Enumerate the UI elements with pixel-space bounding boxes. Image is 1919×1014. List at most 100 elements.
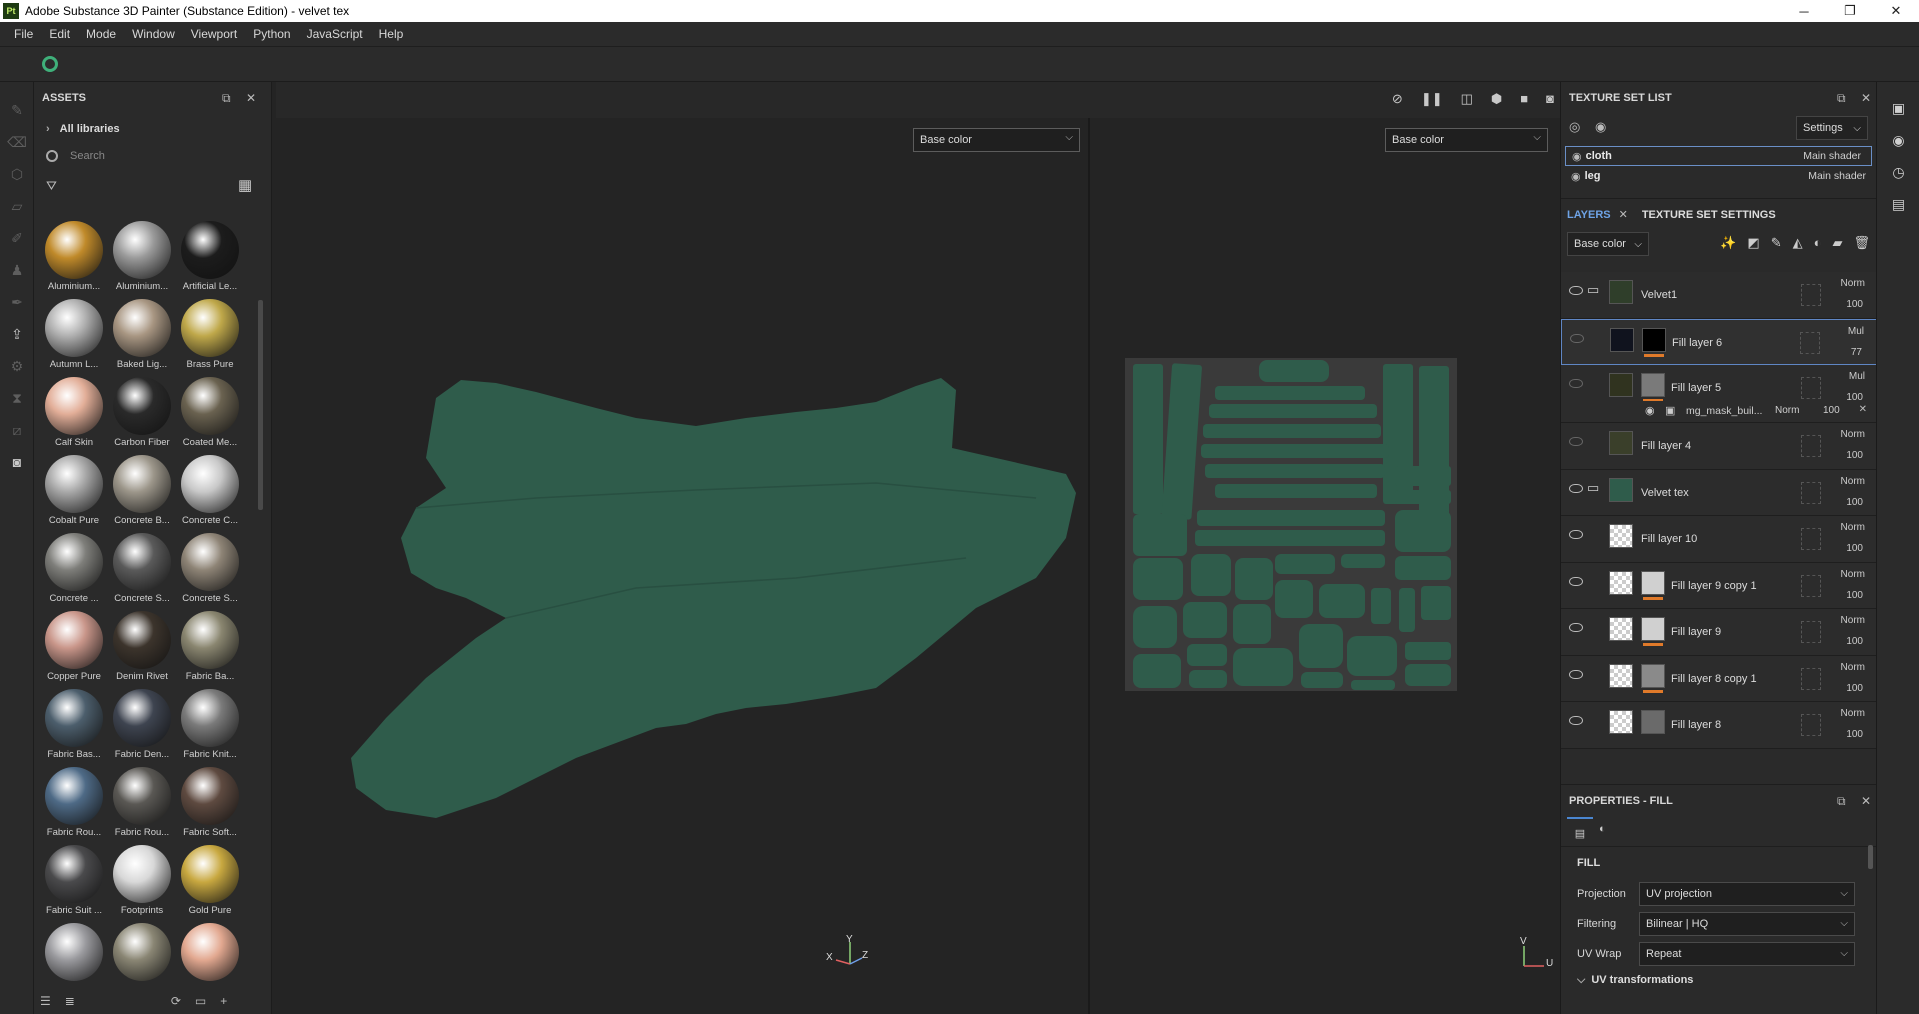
- substance-logo-icon[interactable]: [42, 56, 58, 72]
- close-panel-icon[interactable]: ✕: [246, 91, 256, 105]
- minimize-button[interactable]: ─: [1781, 0, 1827, 22]
- camera-render-icon[interactable]: ◙: [0, 446, 34, 478]
- menu-python[interactable]: Python: [245, 27, 298, 41]
- blend-mode[interactable]: Norm: [1841, 662, 1865, 673]
- geometry-mask-icon[interactable]: ▱: [0, 190, 34, 222]
- bake-icon[interactable]: ⧗: [0, 382, 34, 414]
- filtering-select[interactable]: Bilinear | HQ ⌵: [1639, 912, 1855, 936]
- channel-select[interactable]: Base color ⌵: [1567, 232, 1649, 256]
- material-thumbnail[interactable]: Fabric Ba...: [176, 608, 244, 686]
- blend-mode[interactable]: Norm: [1841, 278, 1865, 289]
- blend-mode[interactable]: Norm: [1841, 708, 1865, 719]
- history-icon[interactable]: ◷: [1877, 156, 1919, 188]
- screenshot-camera-icon[interactable]: ◙: [1546, 91, 1554, 107]
- mask-slot[interactable]: [1801, 377, 1821, 399]
- viewport-divider[interactable]: [1088, 118, 1090, 1014]
- eye-icon[interactable]: ◉: [1571, 170, 1581, 183]
- mask-slot[interactable]: [1801, 621, 1821, 643]
- material-thumbnail[interactable]: Concrete ...: [40, 530, 108, 608]
- pause-icon[interactable]: ❚❚: [1421, 91, 1443, 107]
- grid-view-icon[interactable]: ▦: [238, 176, 252, 194]
- menu-edit[interactable]: Edit: [41, 27, 78, 41]
- mask-slot[interactable]: [1801, 481, 1821, 504]
- material-thumbnail[interactable]: Denim Rivet: [108, 608, 176, 686]
- layer-fill-8-copy-1[interactable]: Fill layer 8 copy 1 Norm 100: [1561, 655, 1877, 702]
- eraser-icon[interactable]: ⌫: [0, 126, 34, 158]
- list-view-icon[interactable]: ☰: [40, 994, 51, 1008]
- add-icon[interactable]: +: [220, 994, 227, 1008]
- layer-velvet-tex[interactable]: ▭ Velvet tex Norm 100: [1561, 469, 1877, 516]
- maximize-button[interactable]: ❐: [1827, 0, 1873, 22]
- iray-icon[interactable]: ⧄: [0, 414, 34, 446]
- material-thumbnail[interactable]: Aluminium...: [40, 218, 108, 296]
- close-panel-icon[interactable]: ✕: [1861, 91, 1871, 105]
- library-selector[interactable]: › All libraries: [34, 114, 271, 144]
- generator-icon[interactable]: ✨: [1720, 235, 1736, 251]
- search-field[interactable]: Search: [34, 144, 271, 168]
- hide-icon[interactable]: ◎: [1569, 119, 1580, 135]
- add-paint-layer-icon[interactable]: ✎: [1771, 235, 1782, 251]
- texture-set-leg[interactable]: ◉ leg Main shader: [1565, 166, 1876, 186]
- menu-window[interactable]: Window: [124, 27, 183, 41]
- material-thumbnail[interactable]: Carbon Fiber: [108, 374, 176, 452]
- split-view-icon[interactable]: ◫: [1461, 91, 1473, 107]
- mask-slot[interactable]: [1801, 667, 1821, 690]
- export-icon[interactable]: ⇪: [0, 318, 34, 350]
- right-channel-select[interactable]: Base color ⌵: [1385, 128, 1548, 152]
- material-thumbnail[interactable]: [176, 920, 244, 988]
- mask-slot[interactable]: [1801, 714, 1821, 736]
- refresh-icon[interactable]: ⟳: [171, 994, 181, 1008]
- 2d-uv-viewport[interactable]: [1125, 358, 1457, 691]
- add-effect-icon[interactable]: ◐: [1814, 235, 1822, 251]
- texture-set-cloth[interactable]: ◉ cloth Main shader: [1565, 146, 1872, 166]
- projection-select[interactable]: UV projection ⌵: [1639, 882, 1855, 906]
- shader-name[interactable]: Main shader: [1803, 150, 1861, 162]
- layer-fill-8[interactable]: Fill layer 8 Norm 100: [1561, 702, 1877, 749]
- settings-gear-icon[interactable]: ⚙: [0, 350, 34, 382]
- material-thumbnail[interactable]: Fabric Knit...: [176, 686, 244, 764]
- material-thumbnail[interactable]: Concrete C...: [176, 452, 244, 530]
- uv-wrap-select[interactable]: Repeat ⌵: [1639, 942, 1855, 966]
- tab-texture-set-settings[interactable]: TEXTURE SET SETTINGS: [1642, 209, 1776, 221]
- color-picker-icon[interactable]: ✒: [0, 286, 34, 318]
- material-thumbnail[interactable]: Cobalt Pure: [40, 452, 108, 530]
- opacity-value[interactable]: 100: [1846, 299, 1863, 310]
- 3d-viewport[interactable]: [276, 118, 1086, 1014]
- shader-name[interactable]: Main shader: [1808, 170, 1866, 182]
- blend-mode[interactable]: Mul: [1848, 326, 1864, 337]
- opacity-value[interactable]: 100: [1823, 405, 1840, 416]
- tab-fill-properties-icon[interactable]: ▤: [1567, 817, 1593, 847]
- close-panel-icon[interactable]: ✕: [1861, 794, 1871, 808]
- material-thumbnail[interactable]: Fabric Rou...: [40, 764, 108, 842]
- close-tab-icon[interactable]: ✕: [1619, 208, 1628, 221]
- material-thumbnail[interactable]: Copper Pure: [40, 608, 108, 686]
- new-folder-icon[interactable]: ▭: [195, 994, 206, 1008]
- layer-fill-9[interactable]: Fill layer 9 Norm 100: [1561, 609, 1877, 656]
- clone-stamp-icon[interactable]: ♟: [0, 254, 34, 286]
- filter-icon[interactable]: ⛛: [46, 178, 57, 194]
- opacity-value[interactable]: 100: [1846, 636, 1863, 647]
- eye-icon[interactable]: [1569, 286, 1583, 295]
- layer-velvet1[interactable]: ▭ Velvet1 Norm 100: [1561, 272, 1877, 319]
- assets-scrollbar[interactable]: [258, 300, 263, 510]
- eye-icon[interactable]: [1569, 576, 1583, 586]
- shader-settings-icon[interactable]: ◉: [1877, 124, 1919, 156]
- float-panel-icon[interactable]: ⧉: [222, 91, 231, 106]
- mask-slot[interactable]: [1801, 435, 1821, 457]
- log-icon[interactable]: ▤: [1877, 188, 1919, 220]
- opacity-value[interactable]: 100: [1846, 729, 1863, 740]
- delete-icon[interactable]: 🗑: [1853, 235, 1870, 251]
- material-thumbnail[interactable]: [40, 920, 108, 988]
- material-thumbnail[interactable]: Artificial Le...: [176, 218, 244, 296]
- opacity-value[interactable]: 100: [1846, 590, 1863, 601]
- material-thumbnail[interactable]: Concrete S...: [108, 530, 176, 608]
- cube-view-icon[interactable]: ⬢: [1491, 91, 1502, 107]
- float-panel-icon[interactable]: ⧉: [1837, 794, 1846, 809]
- mask-slot[interactable]: [1800, 331, 1820, 354]
- material-thumbnail[interactable]: Aluminium...: [108, 218, 176, 296]
- layer-fill-5[interactable]: Fill layer 5 Mul 100: [1561, 365, 1877, 403]
- uv-transformations-section[interactable]: ⌵ UV transformations: [1561, 969, 1877, 991]
- material-thumbnail[interactable]: Gold Pure: [176, 842, 244, 920]
- opacity-value[interactable]: 100: [1846, 497, 1863, 508]
- add-folder-icon[interactable]: ▰: [1832, 235, 1842, 251]
